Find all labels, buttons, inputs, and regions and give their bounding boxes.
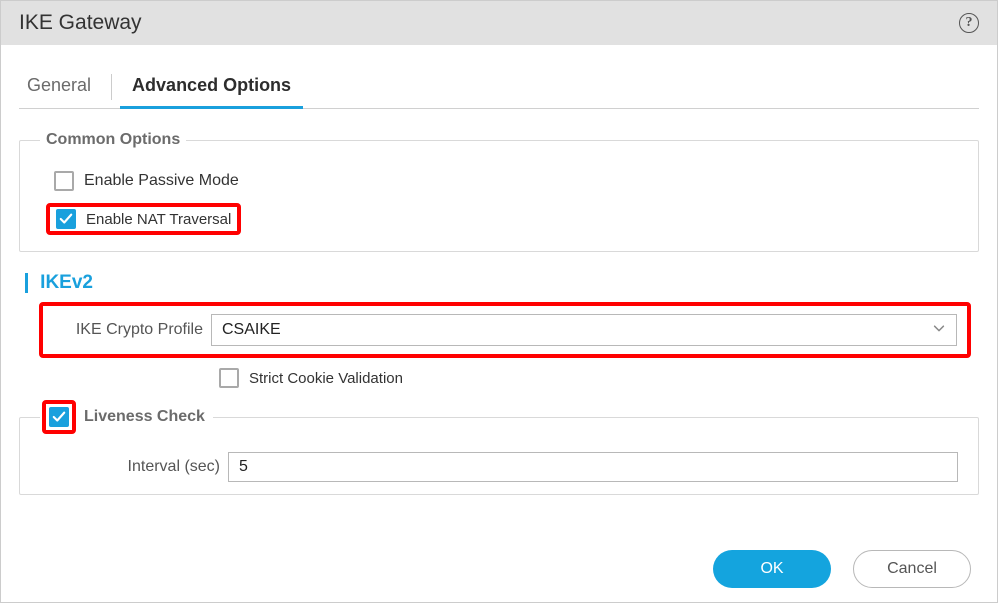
interval-row: Interval (sec)	[80, 452, 958, 482]
ike-crypto-label: IKE Crypto Profile	[53, 321, 203, 339]
tab-general[interactable]: General	[19, 65, 99, 108]
ike-crypto-highlight: IKE Crypto Profile CSAIKE	[39, 302, 971, 358]
tab-separator	[111, 74, 112, 100]
chevron-down-icon	[932, 321, 946, 340]
dialog-footer: OK Cancel	[713, 550, 971, 588]
section-bar-icon	[25, 273, 28, 293]
ike-gateway-dialog: IKE Gateway ? General Advanced Options C…	[0, 0, 998, 603]
dialog-title: IKE Gateway	[19, 11, 142, 35]
nat-traversal-highlight: Enable NAT Traversal	[46, 203, 241, 235]
strict-cookie-label: Strict Cookie Validation	[249, 370, 403, 387]
tab-bar: General Advanced Options	[19, 65, 979, 109]
ike-crypto-value: CSAIKE	[222, 321, 281, 339]
ikev2-section-heading: IKEv2	[25, 272, 979, 294]
strict-cookie-row: Strict Cookie Validation	[219, 368, 979, 388]
dialog-content: General Advanced Options Common Options …	[1, 45, 997, 495]
liveness-checkbox-highlight	[42, 400, 76, 434]
ike-crypto-row: IKE Crypto Profile CSAIKE	[53, 314, 957, 346]
common-options-group: Common Options Enable Passive Mode Enabl…	[19, 131, 979, 252]
passive-mode-row: Enable Passive Mode	[54, 167, 958, 195]
ikev2-heading-text: IKEv2	[40, 272, 93, 293]
liveness-legend-text: Liveness Check	[84, 408, 205, 426]
interval-input[interactable]	[228, 452, 958, 482]
liveness-checkbox[interactable]	[49, 407, 69, 427]
liveness-check-group: Liveness Check Interval (sec)	[19, 400, 979, 495]
tab-advanced-options[interactable]: Advanced Options	[124, 65, 299, 108]
passive-mode-checkbox[interactable]	[54, 171, 74, 191]
strict-cookie-checkbox[interactable]	[219, 368, 239, 388]
common-options-legend: Common Options	[40, 131, 186, 149]
cancel-button[interactable]: Cancel	[853, 550, 971, 588]
check-icon	[59, 212, 73, 226]
interval-label: Interval (sec)	[80, 458, 220, 476]
liveness-legend: Liveness Check	[40, 400, 213, 434]
nat-traversal-label: Enable NAT Traversal	[86, 211, 231, 228]
ok-button[interactable]: OK	[713, 550, 831, 588]
nat-traversal-checkbox[interactable]	[56, 209, 76, 229]
check-icon	[52, 410, 66, 424]
titlebar: IKE Gateway ?	[1, 1, 997, 45]
ike-crypto-select[interactable]: CSAIKE	[211, 314, 957, 346]
passive-mode-label: Enable Passive Mode	[84, 172, 239, 190]
help-icon[interactable]: ?	[959, 13, 979, 33]
